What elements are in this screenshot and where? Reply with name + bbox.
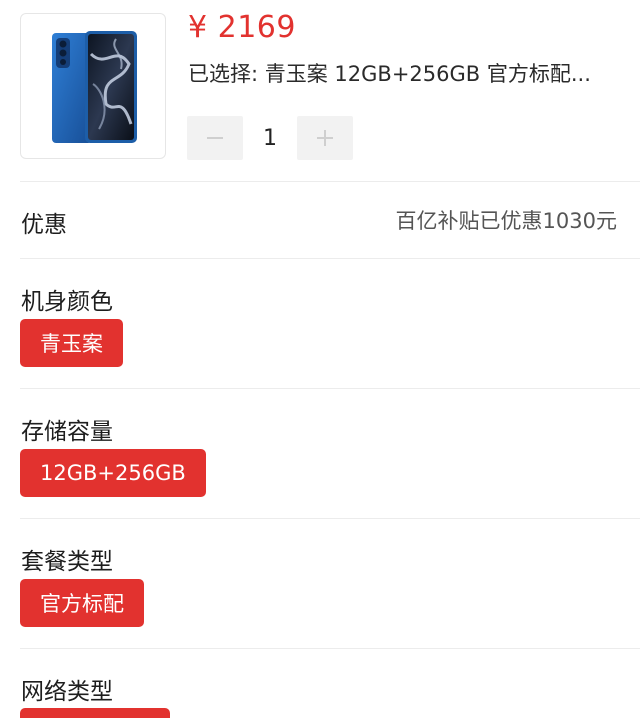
quantity-stepper: 1	[187, 116, 353, 160]
storage-option-label: 存储容量	[21, 419, 113, 445]
product-summary: ¥ 2169 已选择: 青玉案 12GB+256GB 官方标配... 1	[0, 0, 640, 180]
network-option-chip[interactable]	[20, 708, 170, 718]
color-option-chip-selected[interactable]: 青玉案	[20, 319, 123, 367]
minus-icon	[207, 137, 223, 139]
phone-icon	[52, 31, 137, 143]
decrease-button[interactable]	[187, 116, 243, 160]
plus-icon	[317, 130, 333, 146]
divider	[20, 258, 640, 259]
selected-spec-summary: 已选择: 青玉案 12GB+256GB 官方标配...	[188, 62, 591, 86]
product-thumbnail[interactable]	[20, 13, 166, 159]
package-option-chip-selected[interactable]: 官方标配	[20, 579, 144, 627]
divider	[20, 388, 640, 389]
quantity-value[interactable]: 1	[243, 126, 297, 151]
increase-button[interactable]	[297, 116, 353, 160]
network-option-label: 网络类型	[21, 679, 113, 705]
divider	[20, 181, 640, 182]
discount-value: 百亿补贴已优惠1030元	[395, 209, 617, 233]
package-option-label: 套餐类型	[21, 549, 113, 575]
storage-option-chip-selected[interactable]: 12GB+256GB	[20, 449, 206, 497]
divider	[20, 648, 640, 649]
divider	[20, 518, 640, 519]
color-option-label: 机身颜色	[21, 289, 113, 315]
product-price: ¥ 2169	[188, 10, 296, 45]
discount-label: 优惠	[21, 212, 67, 238]
